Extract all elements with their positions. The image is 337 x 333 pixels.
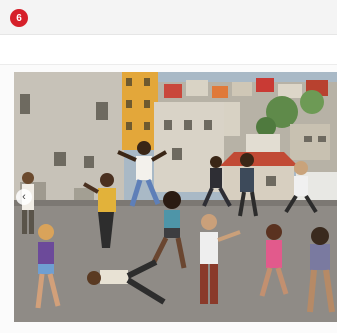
artwork-image[interactable] <box>14 72 337 322</box>
blank-caption-area <box>0 35 337 65</box>
top-bar: 6 <box>0 0 337 35</box>
street-dance-illustration <box>14 72 337 322</box>
notification-badge[interactable]: 6 <box>10 9 28 27</box>
previous-arrow-icon[interactable]: ‹ <box>16 189 32 205</box>
